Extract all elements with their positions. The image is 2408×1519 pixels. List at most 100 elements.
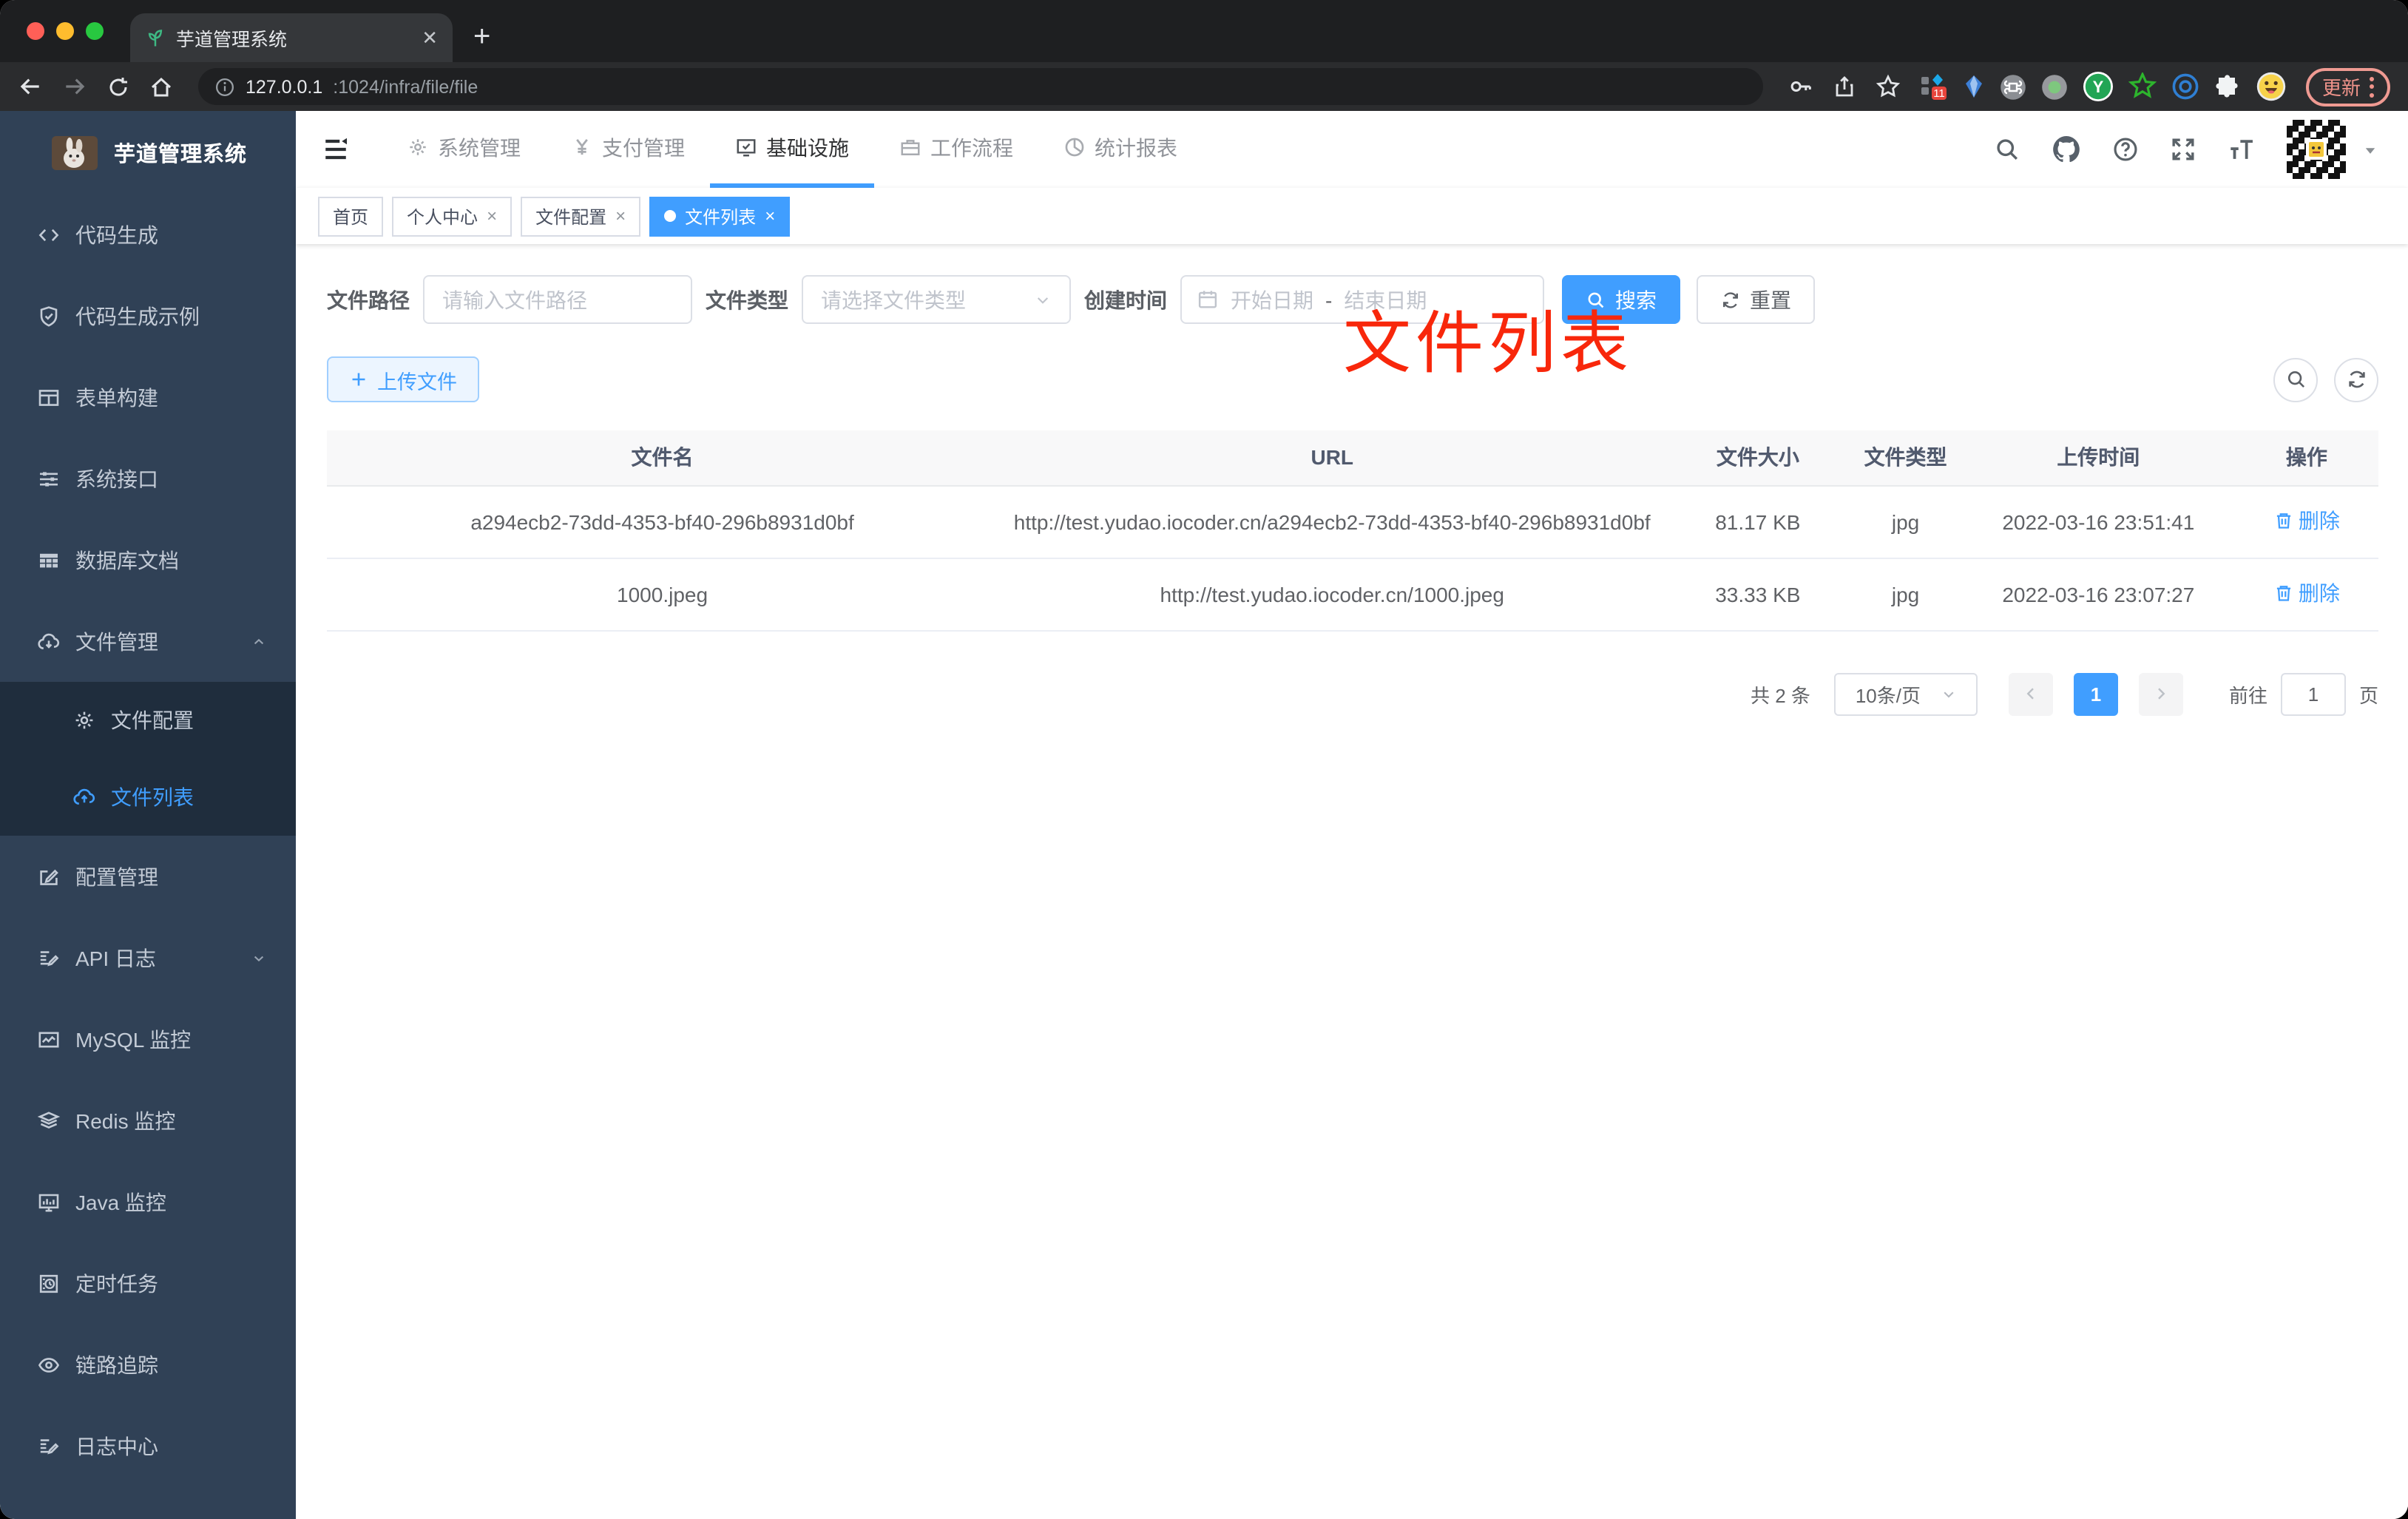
share-icon[interactable] bbox=[1833, 75, 1856, 98]
extension-record-icon[interactable] bbox=[2041, 73, 2068, 100]
reload-icon[interactable] bbox=[106, 75, 130, 98]
sidebar-item-label: 表单构建 bbox=[75, 385, 158, 409]
table-header-row: 文件名 URL 文件大小 文件类型 上传时间 操作 bbox=[327, 430, 2378, 486]
tag-首页[interactable]: 首页 bbox=[318, 196, 384, 236]
sidebar-item-代码生成示例[interactable]: 代码生成示例 bbox=[0, 275, 296, 356]
sidebar-item-文件管理[interactable]: 文件管理 bbox=[0, 601, 296, 682]
sidebar-item-表单构建[interactable]: 表单构建 bbox=[0, 356, 296, 438]
date-range-picker[interactable]: 开始日期 - 结束日期 bbox=[1180, 275, 1544, 324]
browser-menu-icon[interactable] bbox=[2370, 76, 2374, 97]
topnav-item-统计报表[interactable]: 统计报表 bbox=[1038, 111, 1203, 188]
sidebar-item-代码生成[interactable]: 代码生成 bbox=[0, 194, 296, 275]
topnav-item-支付管理[interactable]: 支付管理 bbox=[546, 111, 710, 188]
password-key-icon[interactable] bbox=[1788, 74, 1813, 99]
pagination-total: 共 2 条 bbox=[1751, 684, 1810, 706]
new-tab-button[interactable]: + bbox=[473, 16, 490, 58]
sidebar-item-Redis 监控[interactable]: Redis 监控 bbox=[0, 1080, 296, 1161]
tag-close-icon[interactable]: × bbox=[765, 206, 775, 226]
bookmark-star-icon[interactable] bbox=[1876, 74, 1901, 99]
page-size-value: 10条/页 bbox=[1855, 684, 1921, 706]
delete-button[interactable]: 删除 bbox=[2273, 504, 2340, 536]
sidebar-item-文件配置[interactable]: 文件配置 bbox=[0, 682, 296, 759]
refresh-table-icon[interactable] bbox=[2334, 357, 2378, 402]
tab-close-icon[interactable]: ✕ bbox=[422, 26, 438, 50]
topnav-label: 基础设施 bbox=[766, 135, 849, 159]
prev-page-button[interactable] bbox=[2008, 672, 2053, 715]
tag-close-icon[interactable]: × bbox=[487, 206, 497, 226]
tag-close-icon[interactable]: × bbox=[615, 206, 626, 226]
search-button[interactable]: 搜索 bbox=[1562, 275, 1680, 324]
sidebar-item-文件列表[interactable]: 文件列表 bbox=[0, 759, 296, 836]
tag-label: 文件配置 bbox=[535, 206, 607, 227]
minimize-window-button[interactable] bbox=[56, 22, 74, 40]
goto-page-input[interactable] bbox=[2280, 672, 2346, 715]
sidebar-item-日志中心[interactable]: 日志中心 bbox=[0, 1405, 296, 1486]
zoom-window-button[interactable] bbox=[86, 22, 104, 40]
url-bar[interactable]: 127.0.0.1:1024/infra/file/file bbox=[198, 68, 1763, 105]
close-window-button[interactable] bbox=[27, 22, 44, 40]
url-path: :1024/infra/file/file bbox=[333, 76, 478, 97]
toggle-search-icon[interactable] bbox=[2273, 357, 2318, 402]
sidebar-item-label: 配置管理 bbox=[75, 865, 158, 888]
topnav-item-系统管理[interactable]: 系统管理 bbox=[382, 111, 546, 188]
avatar-caret-down-icon[interactable] bbox=[2362, 141, 2378, 158]
sidebar-item-配置管理[interactable]: 配置管理 bbox=[0, 836, 296, 917]
fullscreen-icon[interactable] bbox=[2170, 136, 2196, 163]
timer-icon bbox=[39, 1273, 58, 1293]
help-icon[interactable] bbox=[2112, 136, 2139, 163]
reset-button-label: 重置 bbox=[1750, 288, 1791, 311]
tag-个人中心[interactable]: 个人中心 × bbox=[392, 196, 513, 236]
browser-tab[interactable]: 芋道管理系统 ✕ bbox=[130, 13, 453, 62]
topnav-item-基础设施[interactable]: 基础设施 bbox=[710, 111, 874, 188]
current-page-button[interactable]: 1 bbox=[2073, 672, 2118, 715]
reset-button[interactable]: 重置 bbox=[1697, 275, 1815, 324]
upload-file-label: 上传文件 bbox=[377, 371, 457, 393]
extension-emoji-icon[interactable] bbox=[2256, 71, 2287, 102]
sidebar-item-数据库文档[interactable]: 数据库文档 bbox=[0, 519, 296, 601]
sidebar-item-API 日志[interactable]: API 日志 bbox=[0, 917, 296, 998]
search-icon[interactable] bbox=[1994, 136, 2020, 163]
update-label: 更新 bbox=[2321, 77, 2361, 99]
sidebar-item-系统接口[interactable]: 系统接口 bbox=[0, 438, 296, 519]
forward-icon[interactable] bbox=[62, 74, 87, 99]
sidebar-logo[interactable]: 芋道管理系统 bbox=[0, 111, 296, 194]
file-name-cell: 1000.jpeg bbox=[327, 558, 998, 631]
sidebar-item-label: 系统接口 bbox=[75, 467, 158, 490]
avatar-qr-code[interactable] bbox=[2287, 120, 2346, 179]
eye-icon bbox=[38, 1357, 60, 1372]
topnav-item-工作流程[interactable]: 工作流程 bbox=[874, 111, 1038, 188]
extension-command-icon[interactable] bbox=[2000, 73, 2026, 100]
sidebar-item-定时任务[interactable]: 定时任务 bbox=[0, 1242, 296, 1324]
extension-pin-grid-icon[interactable]: 11 bbox=[1920, 72, 1948, 101]
sidebar: 芋道管理系统 代码生成 代码生成示例表单构建系统接口数据库文档 文件管理 文件配置 文件… bbox=[0, 111, 296, 1519]
extension-balloon-icon[interactable] bbox=[1963, 74, 1985, 99]
sidebar-item-MySQL 监控[interactable]: MySQL 监控 bbox=[0, 998, 296, 1080]
tags-view: 首页 个人中心 × 文件配置 × 文件列表 × bbox=[296, 188, 2408, 244]
file-path-input[interactable]: 请输入文件路径 bbox=[423, 275, 692, 324]
back-icon[interactable] bbox=[18, 74, 43, 99]
home-icon[interactable] bbox=[149, 75, 173, 98]
next-page-button[interactable] bbox=[2138, 672, 2183, 715]
tag-文件配置[interactable]: 文件配置 × bbox=[521, 196, 641, 236]
delete-button[interactable]: 删除 bbox=[2273, 576, 2340, 609]
extension-green-star-icon[interactable] bbox=[2128, 72, 2157, 101]
page-size-select[interactable]: 10条/页 bbox=[1833, 672, 1978, 715]
upload-file-button[interactable]: 上传文件 bbox=[327, 356, 479, 402]
file-type-select[interactable]: 请选择文件类型 bbox=[802, 275, 1071, 324]
site-info-icon[interactable] bbox=[214, 76, 235, 97]
extension-blue-eye-icon[interactable] bbox=[2171, 72, 2199, 101]
browser-toolbar: 127.0.0.1:1024/infra/file/file 11 Y 更新 bbox=[0, 62, 2408, 111]
collapse-sidebar-icon[interactable] bbox=[321, 135, 351, 164]
extension-puzzle-icon[interactable] bbox=[2214, 73, 2241, 100]
sidebar-item-链路追踪[interactable]: 链路追踪 bbox=[0, 1324, 296, 1405]
github-icon[interactable] bbox=[2052, 135, 2081, 164]
extension-yudao-y-icon[interactable]: Y bbox=[2083, 71, 2114, 102]
column-header-上传时间: 上传时间 bbox=[1961, 430, 2235, 486]
chrome-update-button[interactable]: 更新 bbox=[2305, 67, 2390, 106]
sidebar-item-label: API 日志 bbox=[75, 946, 156, 970]
chevron-down-icon bbox=[1940, 686, 1956, 702]
sidebar-item-Java 监控[interactable]: Java 监控 bbox=[0, 1161, 296, 1242]
trash-icon bbox=[2276, 585, 2290, 601]
tag-文件列表[interactable]: 文件列表 × bbox=[649, 196, 791, 236]
font-size-icon[interactable] bbox=[2228, 135, 2256, 163]
